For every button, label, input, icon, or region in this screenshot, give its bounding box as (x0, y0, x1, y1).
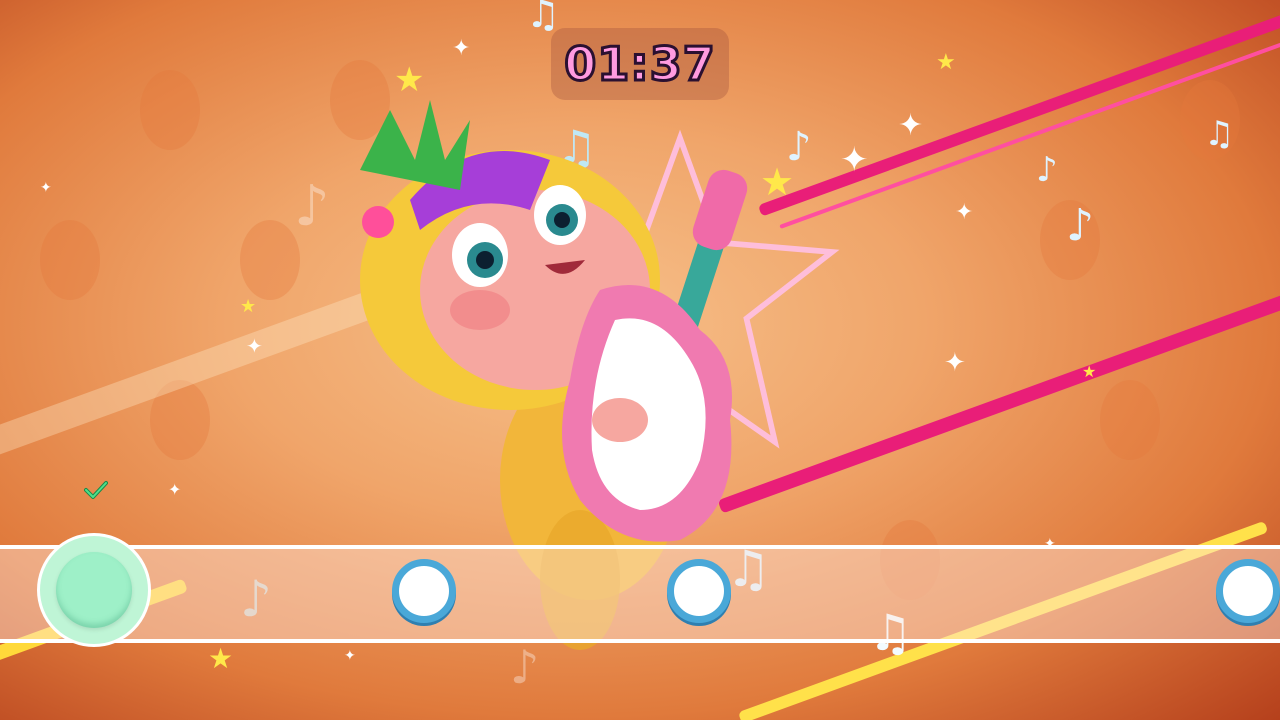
rhythm-note (1216, 559, 1280, 623)
sparkle-icon: ✦ (168, 480, 182, 499)
tap-target-inner (56, 552, 132, 628)
star-icon: ★ (1082, 362, 1097, 381)
star-icon: ★ (936, 50, 956, 75)
guitar-headstock (692, 169, 748, 251)
pineapple-leaves (360, 100, 470, 190)
sparkle-icon: ✦ (955, 200, 974, 225)
star-icon: ★ (208, 642, 234, 675)
star-icon: ★ (240, 296, 257, 317)
sparkle-icon: ✦ (944, 348, 966, 378)
pineapple-bg-pattern (240, 220, 300, 300)
hair-bow (362, 206, 394, 238)
music-note-icon: ♪ (1066, 200, 1095, 251)
sparkle-icon: ✦ (452, 36, 471, 61)
sparkle-icon: ✦ (246, 334, 263, 358)
tap-target-button[interactable] (37, 533, 151, 647)
music-note-icon: ♫ (1204, 114, 1235, 154)
sparkle-icon: ✦ (40, 180, 52, 196)
hand (592, 398, 648, 442)
timer-text: 01:37 (563, 36, 716, 93)
pineapple-bg-pattern (1100, 380, 1160, 460)
game-scene: ✦ ✦ ✦ ✦ ✦ ✦ ✦ ✦ ✦ ✦ ★ ★ ★ ★ ★ ★ ♫ ♫ ♪ ♪ … (0, 0, 1280, 720)
sparkle-icon: ✦ (840, 140, 869, 180)
note-track (0, 545, 1280, 643)
rhythm-note (392, 559, 456, 623)
pineapple-bg-pattern (140, 70, 200, 150)
star-icon: ★ (394, 60, 425, 100)
pineapple-bg-pattern (40, 220, 100, 300)
music-note-icon: ♪ (1036, 150, 1058, 190)
rhythm-note (667, 559, 731, 623)
sparkle-icon: ✦ (898, 108, 924, 143)
countdown-timer: 01:37 (551, 28, 729, 100)
check-icon (84, 481, 108, 499)
